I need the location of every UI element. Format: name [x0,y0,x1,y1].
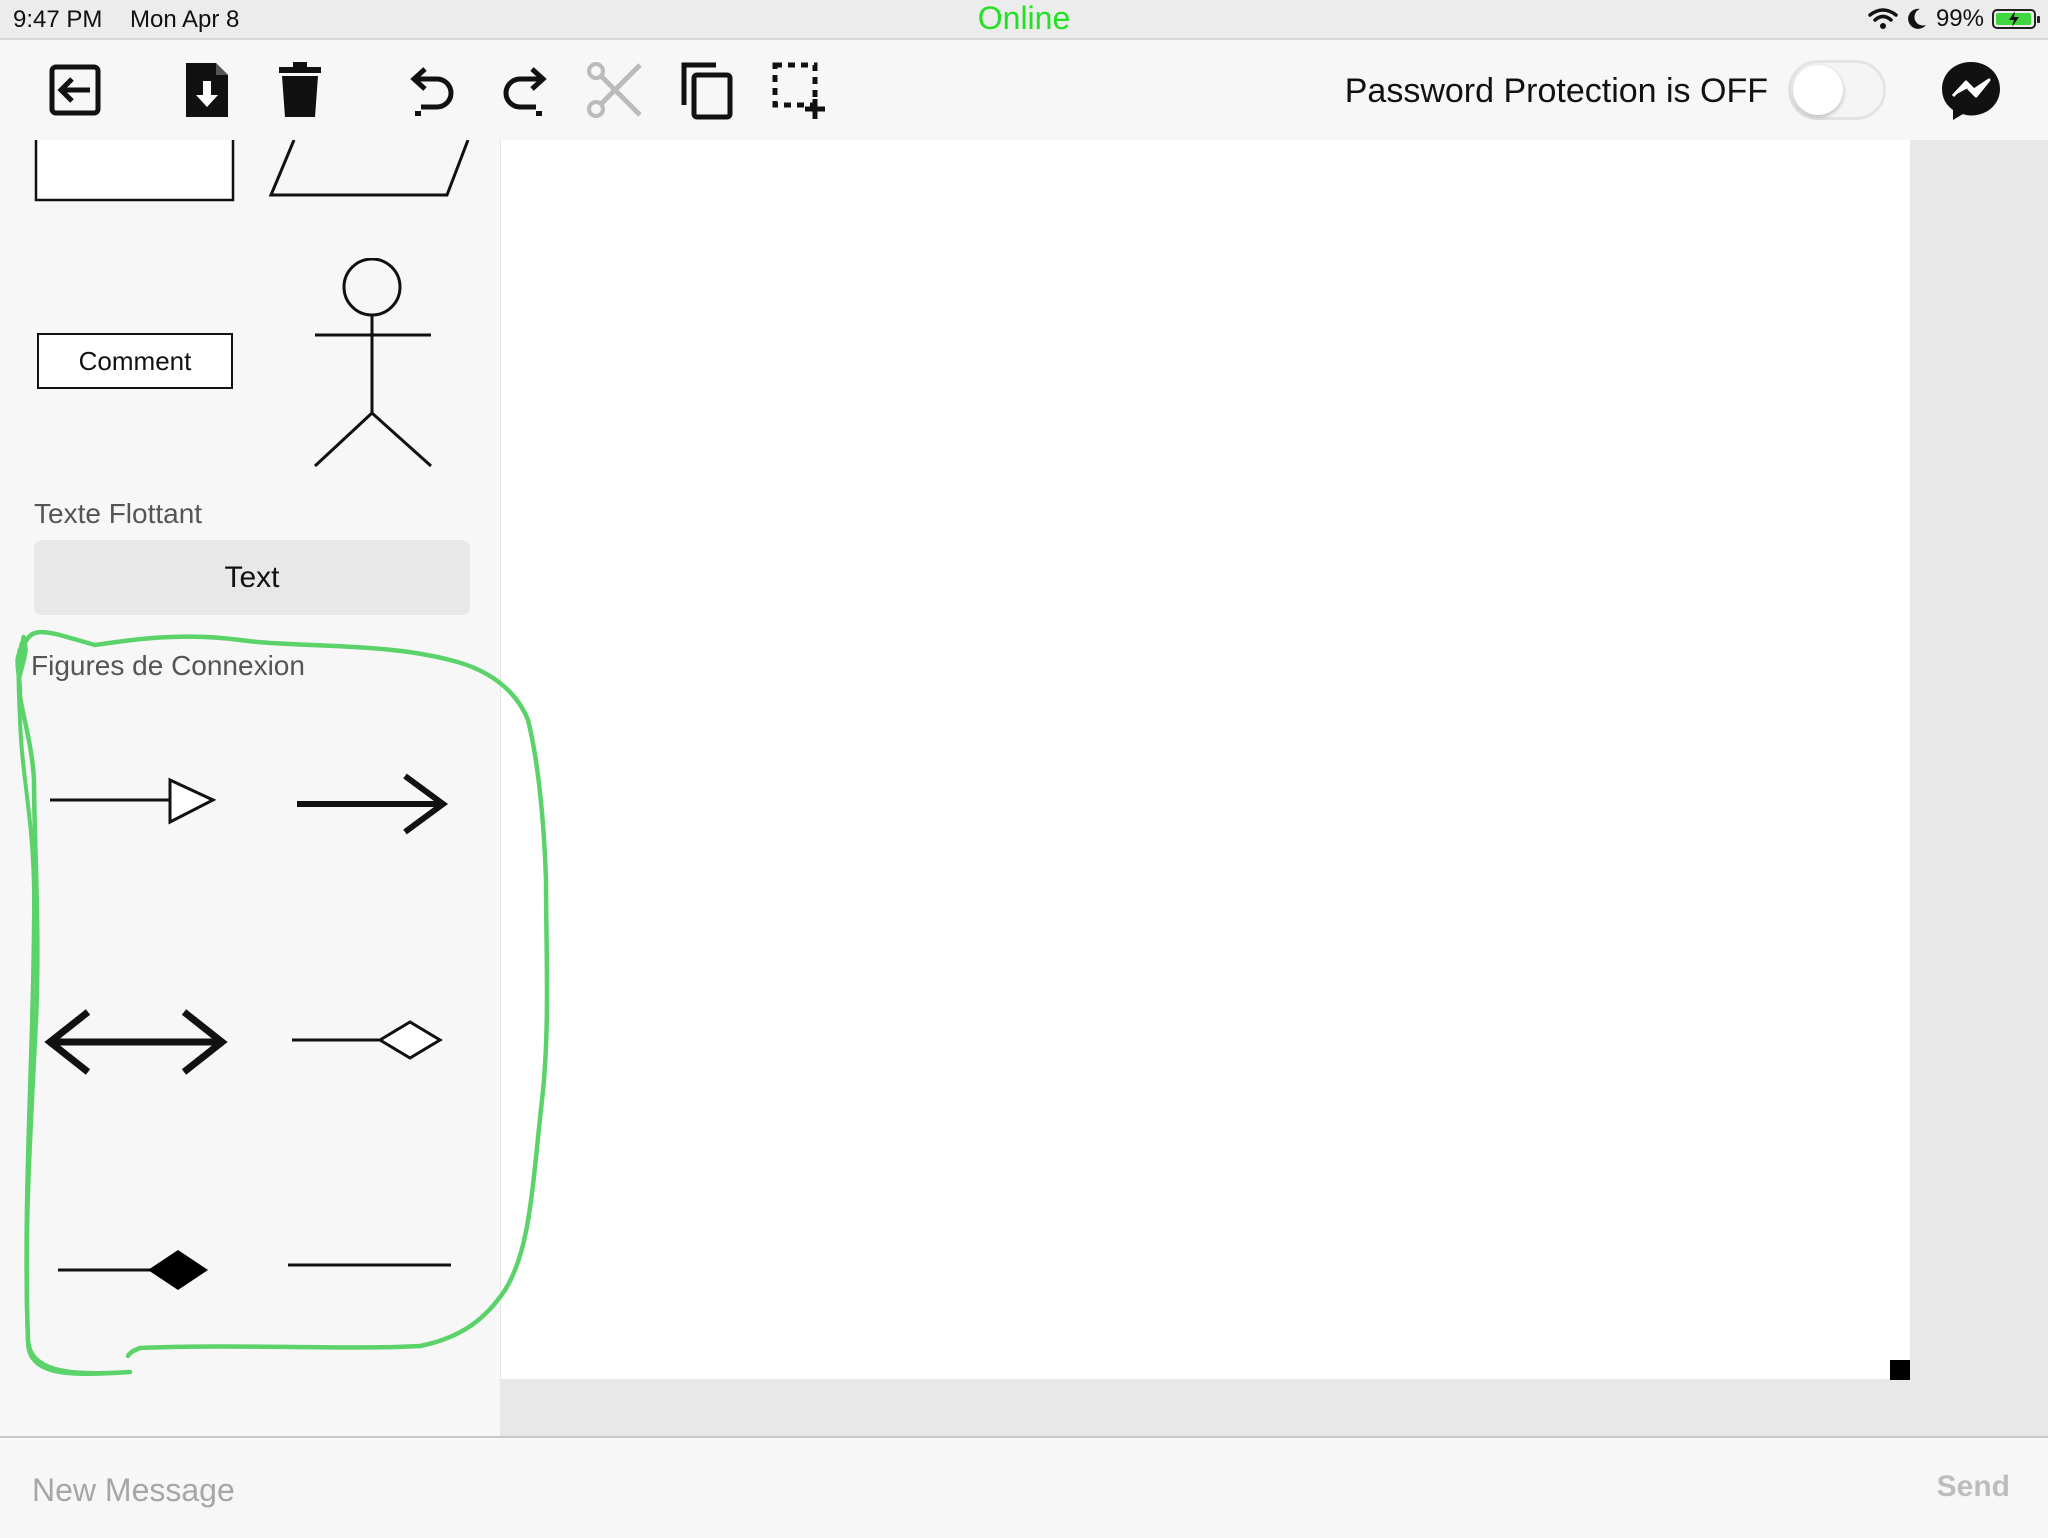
send-button[interactable]: Send [1937,1470,2010,1504]
comment-label: Comment [78,345,192,376]
canvas-area [501,140,2048,1436]
status-date: Mon Apr 8 [130,6,240,33]
text-tool-button[interactable]: Text [34,540,470,615]
comment-shape[interactable]: Comment [37,333,233,389]
select-add-icon [772,62,825,119]
undo-button[interactable] [397,55,467,125]
trash-icon [279,62,321,117]
toggle-knob [1793,65,1843,115]
wifi-icon [1868,8,1898,29]
save-download-icon [186,63,228,117]
status-bar: 9:47 PM Mon Apr 8 Online 99% [0,0,2048,40]
moon-icon [1908,8,1926,29]
battery-charging-icon [1992,9,2040,29]
connection-status: Online [977,0,1071,36]
floating-text-section-label: Texte Flottant [34,498,203,529]
cut-button[interactable] [580,55,650,125]
exit-icon [49,64,101,116]
exit-button[interactable] [40,55,110,125]
connector-double-arrow[interactable] [42,1002,232,1082]
connector-open-diamond-line[interactable] [290,1010,450,1070]
shape-palette: Comment Texte Flottant Text Figures de C… [0,140,501,1436]
battery-percent: 99% [1935,5,1984,32]
select-add-button[interactable] [765,55,835,125]
drawing-canvas[interactable] [501,140,1910,1379]
connector-open-triangle-arrow[interactable] [48,770,218,830]
status-time: 9:47 PM [13,6,103,33]
delete-button[interactable] [265,55,335,125]
messenger-icon[interactable] [1939,58,2003,122]
redo-button[interactable] [490,55,560,125]
connector-plain-line[interactable] [286,1250,456,1290]
redo-icon [503,67,547,116]
status-right-cluster: 99% [1868,5,2040,33]
connector-open-arrow[interactable] [293,770,453,840]
undo-icon [410,67,454,116]
message-bar: Send [0,1436,2048,1538]
toolbar: Password Protection is OFF [0,40,2048,140]
canvas-resize-handle[interactable] [1890,1360,1910,1380]
password-protection-label: Password Protection is OFF [1344,72,1768,110]
parallelogram-shape[interactable] [266,140,472,204]
connector-filled-diamond-line[interactable] [56,1240,216,1300]
password-protection-toggle[interactable] [1788,60,1886,120]
new-message-input[interactable] [30,1466,1834,1514]
text-tool-label: Text [224,560,280,594]
cut-scissors-icon [587,62,642,118]
connection-section-label: Figures de Connexion [31,650,305,681]
copy-button[interactable] [672,55,742,125]
save-button[interactable] [172,55,242,125]
copy-icon [681,62,733,120]
process-rectangle-shape[interactable] [33,140,239,204]
